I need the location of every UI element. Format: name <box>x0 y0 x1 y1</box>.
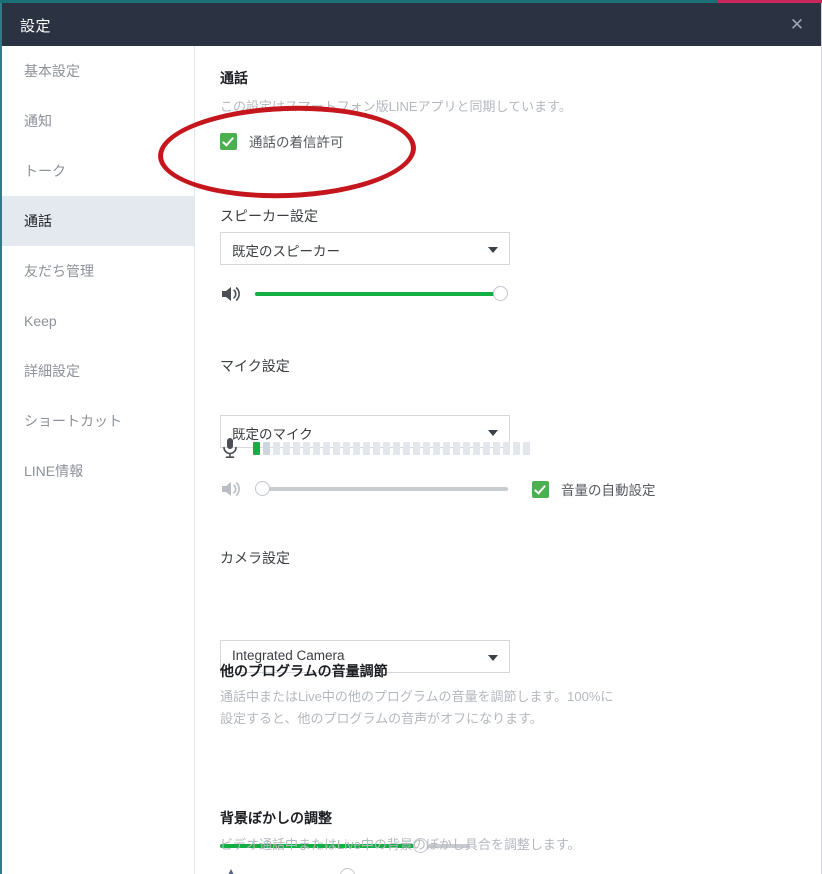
title-bar: 設定 ✕ <box>0 3 822 46</box>
microphone-icon <box>223 438 237 459</box>
chevron-down-icon <box>488 655 498 661</box>
allow-incoming-calls-label: 通話の着信許可 <box>249 135 344 150</box>
meter-segment <box>253 441 260 455</box>
meter-segment <box>343 441 350 455</box>
meter-segment <box>423 441 430 455</box>
meter-segment <box>493 441 500 455</box>
speaker-device-value: 既定のスピーカー <box>232 244 340 259</box>
speaker-volume-fill <box>255 292 501 296</box>
chevron-down-icon <box>488 247 498 253</box>
window-body: 基本設定 通知 トーク 通話 友だち管理 Keep 詳細設定 ショートカット L… <box>0 46 822 874</box>
background-blur-description: ビデオ通話中またはLive中の背景のぼかし具合を調整します。 <box>220 837 581 852</box>
speaker-volume-slider[interactable] <box>255 286 508 302</box>
mountain-icon <box>228 869 234 874</box>
speaker-device-select[interactable]: 既定のスピーカー <box>220 232 510 265</box>
settings-window: 設定 ✕ 基本設定 通知 トーク 通話 友だち管理 Keep 詳細設定 ショート… <box>0 0 822 874</box>
section-call: 通話 <box>220 68 248 88</box>
background-blur-handle[interactable] <box>340 868 355 874</box>
allow-incoming-calls-checkbox-row[interactable]: 通話の着信許可 <box>220 131 344 151</box>
meter-segment <box>313 441 320 455</box>
mic-level-meter <box>253 441 530 455</box>
meter-segment <box>443 441 450 455</box>
mic-section-title: マイク設定 <box>220 358 290 374</box>
speaker-icon <box>222 482 240 496</box>
mic-volume-handle[interactable] <box>255 481 270 496</box>
other-programs-description: 通話中またはLive中の他のプログラムの音量を調節します。100%に設定すると、… <box>220 689 614 726</box>
meter-segment <box>293 441 300 455</box>
speaker-section-title: スピーカー設定 <box>220 208 318 224</box>
meter-segment <box>433 441 440 455</box>
mic-volume-row: 音量の自動設定 <box>220 479 656 499</box>
allow-incoming-calls-checkbox[interactable] <box>220 132 237 150</box>
auto-gain-checkbox-row[interactable]: 音量の自動設定 <box>532 479 656 499</box>
meter-segment <box>403 441 410 455</box>
call-sync-description: この設定はスマートフォン版LINEアプリと同期しています。 <box>220 99 572 114</box>
meter-segment <box>373 441 380 455</box>
meter-segment <box>453 441 460 455</box>
background-blur-row <box>220 866 507 874</box>
sidebar-item-shortcuts[interactable]: ショートカット <box>0 396 194 446</box>
mic-volume-track <box>255 487 508 491</box>
meter-segment <box>303 441 310 455</box>
meter-segment <box>283 441 290 455</box>
meter-segment <box>353 441 360 455</box>
sidebar-item-friends[interactable]: 友だち管理 <box>0 246 194 296</box>
background-blur-title: 背景ぼかしの調整 <box>220 810 332 826</box>
settings-content-panel: 通話 この設定はスマートフォン版LINEアプリと同期しています。 通話の着信許可… <box>195 46 822 874</box>
window-title: 設定 <box>20 18 52 35</box>
meter-segment <box>323 441 330 455</box>
meter-segment <box>363 441 370 455</box>
meter-segment <box>483 441 490 455</box>
close-icon[interactable]: ✕ <box>784 13 810 37</box>
call-section-title: 通話 <box>220 70 248 86</box>
meter-segment <box>273 441 280 455</box>
meter-segment <box>393 441 400 455</box>
meter-segment <box>333 441 340 455</box>
other-programs-title: 他のプログラムの音量調節 <box>220 663 388 679</box>
auto-gain-label: 音量の自動設定 <box>561 483 656 498</box>
meter-segment <box>473 441 480 455</box>
background-blur-slider[interactable] <box>257 868 507 874</box>
speaker-volume-handle[interactable] <box>493 286 508 301</box>
meter-segment <box>513 441 520 455</box>
sidebar-nav: 基本設定 通知 トーク 通話 友だち管理 Keep 詳細設定 ショートカット L… <box>0 46 195 874</box>
camera-section-title: カメラ設定 <box>220 550 290 566</box>
mic-volume-slider[interactable] <box>255 481 508 497</box>
speaker-icon <box>222 287 240 301</box>
sidebar-item-basic[interactable]: 基本設定 <box>0 46 194 96</box>
sidebar-item-notifications[interactable]: 通知 <box>0 96 194 146</box>
sidebar-item-talk[interactable]: トーク <box>0 146 194 196</box>
auto-gain-checkbox[interactable] <box>532 480 549 498</box>
sidebar-item-call[interactable]: 通話 <box>0 196 194 246</box>
speaker-volume-row <box>220 284 508 304</box>
mic-level-row <box>220 436 530 460</box>
sidebar-item-keep[interactable]: Keep <box>0 296 194 346</box>
sidebar-item-line-info[interactable]: LINE情報 <box>0 446 194 496</box>
window-left-edge <box>0 3 2 874</box>
meter-segment <box>413 441 420 455</box>
meter-segment <box>383 441 390 455</box>
meter-segment <box>263 441 270 455</box>
meter-segment <box>523 441 530 455</box>
meter-segment <box>463 441 470 455</box>
meter-segment <box>503 441 510 455</box>
sidebar-item-advanced[interactable]: 詳細設定 <box>0 346 194 396</box>
